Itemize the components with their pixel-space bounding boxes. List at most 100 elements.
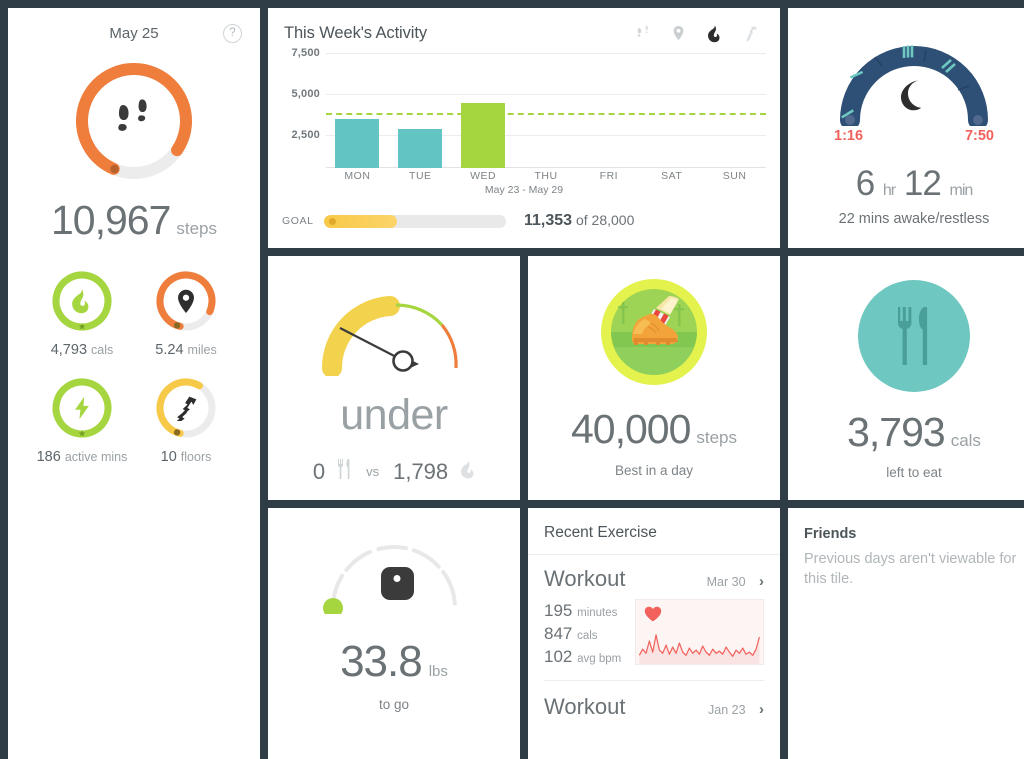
weight-tile[interactable]: 33.8 lbs to go bbox=[268, 508, 520, 759]
mini-ring-stairs[interactable]: 10 floors bbox=[134, 374, 238, 465]
footsteps-icon[interactable] bbox=[636, 25, 651, 42]
bar-column[interactable] bbox=[703, 53, 766, 168]
bar-column[interactable] bbox=[452, 53, 515, 168]
activity-tile[interactable]: This Week's Activity 7,500 5,000 2,500 M… bbox=[268, 8, 780, 248]
friends-message: Previous days aren't viewable for this t… bbox=[804, 551, 1017, 587]
goal-label: GOAL bbox=[282, 215, 314, 227]
x-tick-label: SUN bbox=[722, 170, 747, 182]
page-title: This Week's Activity bbox=[284, 24, 427, 42]
exercise-name: Workout bbox=[544, 694, 626, 720]
chart-y-axis: 7,500 5,000 2,500 bbox=[278, 47, 324, 168]
mini-ring-label: 186 active mins bbox=[36, 449, 128, 465]
bar-column[interactable] bbox=[389, 53, 452, 168]
weight-unit: lbs bbox=[428, 663, 448, 680]
bar-column[interactable] bbox=[640, 53, 703, 168]
y-tick-label: 7,500 bbox=[291, 47, 320, 59]
goal-of-word: of bbox=[575, 212, 588, 228]
mini-ring-arc bbox=[152, 267, 220, 335]
friends-title: Friends bbox=[804, 526, 857, 542]
food-caption: left to eat bbox=[886, 465, 942, 480]
steps-ring bbox=[69, 56, 199, 186]
sleep-start-time: 1:16 bbox=[834, 128, 864, 144]
mini-ring-flame[interactable]: ★ 4,793 cals bbox=[30, 267, 134, 358]
bar-column[interactable] bbox=[326, 53, 389, 168]
bar-column[interactable] bbox=[515, 53, 578, 168]
goal-line bbox=[326, 113, 766, 116]
weekly-activity-chart: 7,500 5,000 2,500 MON TUE WED THU FRI SAT SUN … bbox=[278, 47, 770, 196]
sleep-time-range: 1:16 7:50 bbox=[834, 128, 994, 144]
recent-exercise-tile[interactable]: Recent Exercise Workout Mar 30 › 195 min… bbox=[528, 508, 780, 759]
exercise-name: Workout bbox=[544, 566, 626, 591]
sleep-hours: 6 bbox=[855, 164, 875, 203]
scale-icon bbox=[327, 552, 467, 614]
weight-value: 33.8 bbox=[340, 637, 423, 686]
flame-icon bbox=[48, 267, 116, 335]
sleep-end-time: 7:50 bbox=[964, 128, 994, 144]
chevron-right-icon[interactable]: › bbox=[759, 701, 764, 718]
record-caption: Best in a day bbox=[614, 463, 694, 478]
stairs-icon[interactable] bbox=[742, 25, 758, 42]
mini-ring-bolt[interactable]: ★ 186 active mins bbox=[30, 374, 134, 465]
steps-value: 10,967 bbox=[50, 197, 171, 243]
exercise-date: Jan 23 bbox=[708, 703, 746, 718]
sleep-hours-unit: hr bbox=[882, 182, 896, 199]
food-unit: cals bbox=[950, 431, 981, 450]
dashboard-grid: This Week's Activity 7,500 5,000 2,500 M… bbox=[0, 0, 1024, 759]
record-steps-value: 40,000 bbox=[570, 406, 691, 452]
mini-ring-map-pin[interactable]: 5.24 miles bbox=[134, 267, 238, 358]
date-range-label: May 23 - May 29 bbox=[484, 184, 564, 196]
y-tick-label: 2,500 bbox=[291, 129, 320, 141]
calories-consumed: 0 bbox=[312, 458, 326, 484]
utensils-icon bbox=[336, 458, 352, 485]
food-tile[interactable]: 3,793 cals left to eat bbox=[788, 256, 1024, 500]
steps-record-tile[interactable]: 40,000 steps Best in a day bbox=[528, 256, 780, 500]
flame-icon bbox=[459, 460, 475, 484]
chevron-right-icon[interactable]: › bbox=[759, 573, 764, 590]
exercise-cals: 847 bbox=[544, 624, 573, 644]
mini-ring-arc: ★ bbox=[48, 374, 116, 442]
chart-plot-area bbox=[326, 53, 766, 168]
calorie-comparison: 0 vs 1,798 bbox=[313, 458, 475, 485]
sleep-minutes-unit: min bbox=[949, 182, 974, 199]
recent-exercise-title: Recent Exercise bbox=[528, 508, 780, 555]
mini-ring-label: 5.24 miles bbox=[155, 342, 217, 358]
goal-current-value: 11,353 bbox=[524, 212, 573, 229]
goal-progress-bar[interactable] bbox=[324, 214, 506, 228]
mini-ring-arc bbox=[152, 374, 220, 442]
weight-caption: to go bbox=[378, 697, 410, 712]
steps-unit: steps bbox=[176, 219, 218, 238]
goal-progress-fill bbox=[324, 214, 397, 228]
exercise-list-item[interactable]: Workout Jan 23 › bbox=[528, 681, 780, 720]
weight-progress-arc bbox=[321, 532, 467, 614]
x-tick-label: WED bbox=[470, 170, 497, 182]
map-pin-icon[interactable] bbox=[672, 25, 685, 42]
exercise-bpm-label: avg bpm bbox=[577, 653, 622, 666]
x-tick-label: MON bbox=[344, 170, 371, 182]
exercise-hr-chart bbox=[635, 599, 764, 665]
calories-gauge-tile[interactable]: under 0 vs 1,798 bbox=[268, 256, 520, 500]
steps-tile[interactable]: May 25 ? 10,967 steps ★ 4,793 cals 5.24 … bbox=[8, 8, 260, 759]
utensils-icon bbox=[858, 280, 970, 392]
stairs-icon bbox=[152, 374, 220, 442]
exercise-bpm: 102 bbox=[544, 647, 573, 667]
friends-tile[interactable]: Friends Previous days aren't viewable fo… bbox=[788, 508, 1024, 759]
x-tick-label: THU bbox=[534, 170, 558, 182]
exercise-list-item[interactable]: Workout Mar 30 › 195 minutes 847 cals 10… bbox=[528, 555, 780, 682]
activity-header: This Week's Activity bbox=[268, 8, 780, 43]
bar-column[interactable] bbox=[577, 53, 640, 168]
exercise-date: Mar 30 bbox=[706, 575, 746, 589]
goal-progress-knob-icon bbox=[329, 217, 336, 225]
sleep-note: 22 mins awake/restless bbox=[838, 211, 990, 227]
sleep-duration: 6 hr 12 min bbox=[855, 164, 974, 204]
flame-icon[interactable] bbox=[706, 25, 721, 43]
mini-ring-label: 4,793 cals bbox=[50, 342, 114, 358]
running-shoe-badge-icon bbox=[600, 278, 708, 391]
calorie-gauge bbox=[312, 278, 477, 381]
mini-ring-grid: ★ 4,793 cals 5.24 miles ★ 186 active mins 10 … bbox=[8, 267, 260, 465]
footsteps-icon bbox=[69, 56, 199, 186]
help-icon[interactable]: ? bbox=[223, 24, 242, 43]
chart-x-axis: MON TUE WED THU FRI SAT SUN bbox=[326, 170, 766, 182]
sleep-tile[interactable]: 1:16 7:50 6 hr 12 min 22 mins awake/rest… bbox=[788, 8, 1024, 248]
exercise-minutes-label: minutes bbox=[577, 607, 618, 619]
calories-burned: 1,798 bbox=[393, 458, 449, 484]
